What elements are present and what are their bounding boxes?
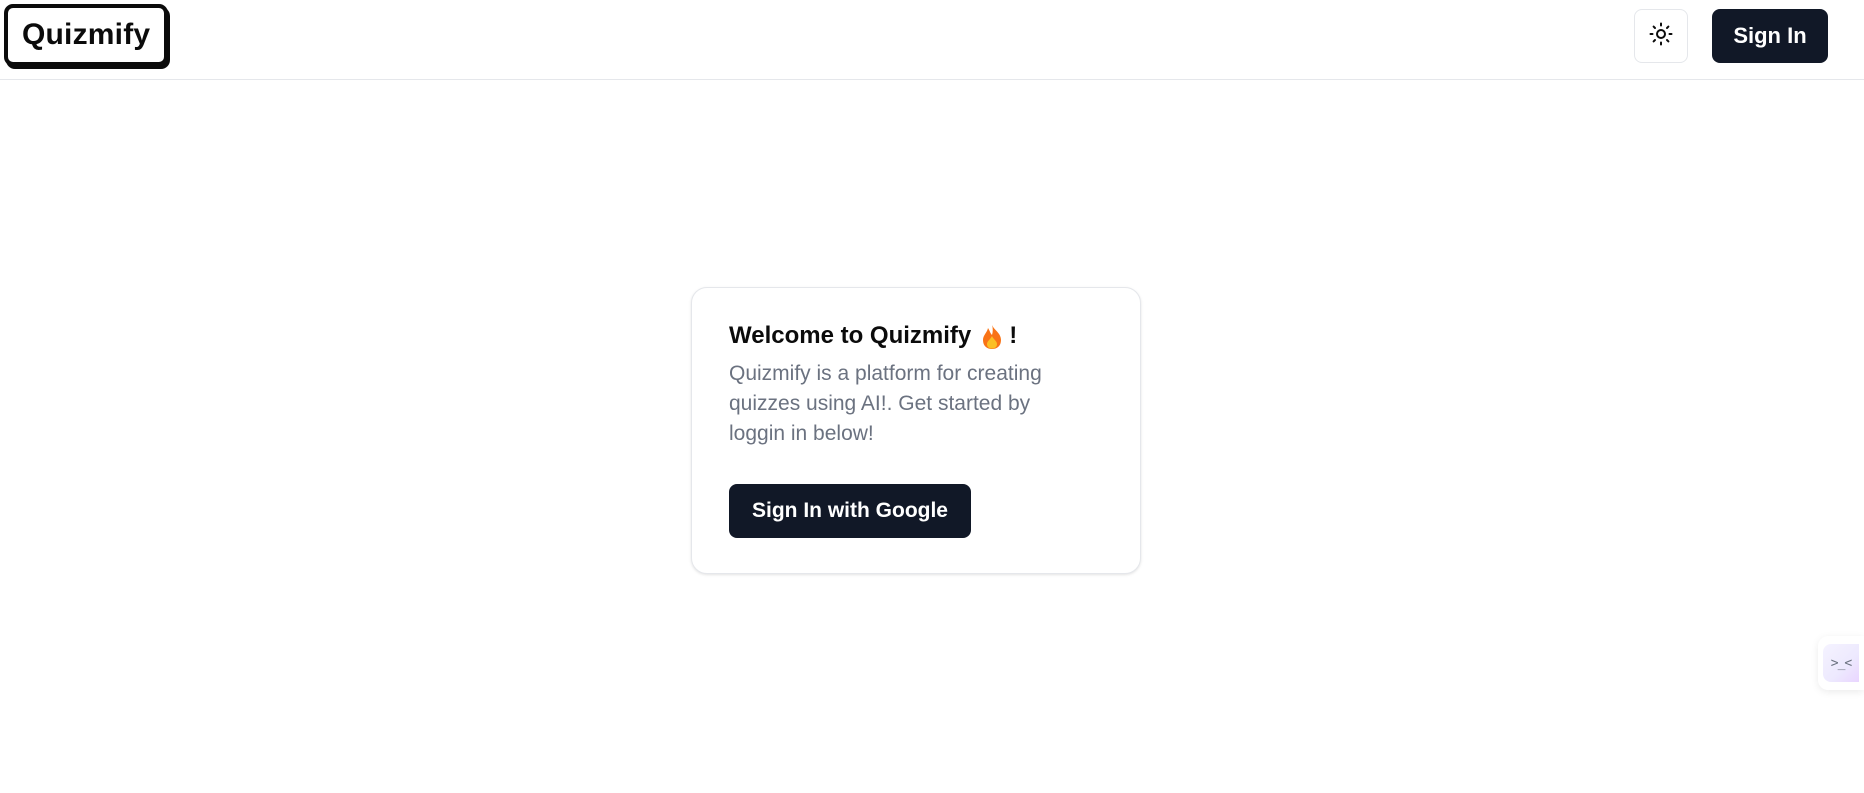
floating-side-widget[interactable]: >_< (1818, 636, 1864, 690)
flame-icon (981, 324, 1003, 350)
theme-toggle-button[interactable] (1634, 9, 1688, 63)
top-navbar: Quizmify Sign In (0, 0, 1864, 80)
sun-icon (1649, 22, 1673, 51)
card-title: Welcome to Quizmify ! (729, 322, 1017, 350)
welcome-card: Welcome to Quizmify ! Quizmify is a plat… (691, 287, 1141, 574)
sign-in-with-google-button[interactable]: Sign In with Google (729, 484, 971, 538)
card-title-suffix: ! (1009, 322, 1018, 349)
face-icon: >_< (1823, 644, 1859, 682)
card-description: Quizmify is a platform for creating quiz… (729, 362, 1042, 445)
logo[interactable]: Quizmify (4, 4, 169, 66)
sign-in-button[interactable]: Sign In (1712, 9, 1828, 63)
card-title-text: Welcome to Quizmify (729, 322, 972, 349)
